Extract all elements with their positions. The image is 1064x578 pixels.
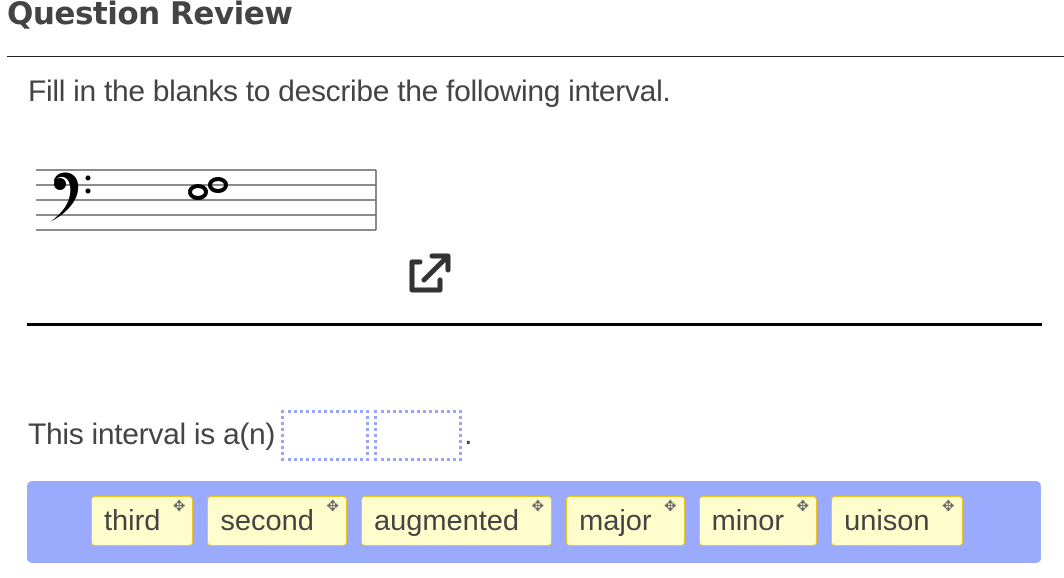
chip-label: third [104, 504, 161, 537]
word-chip-minor[interactable]: minor ✥ [698, 496, 818, 546]
word-chip-second[interactable]: second ✥ [207, 496, 347, 546]
move-arrows-icon: ✥ [941, 498, 955, 515]
word-bank-items: third ✥ second ✥ augmented ✥ major ✥ min… [91, 496, 963, 546]
move-arrows-icon: ✥ [664, 498, 677, 515]
word-chip-third[interactable]: third ✥ [91, 496, 194, 546]
move-arrows-icon: ✥ [796, 498, 810, 515]
move-arrows-icon: ✥ [172, 498, 186, 515]
chip-label: augmented [373, 504, 520, 537]
question-prompt: Fill in the blanks to describe the follo… [28, 75, 671, 108]
external-link-icon[interactable] [404, 250, 452, 294]
move-arrows-icon: ✥ [326, 498, 339, 515]
music-staff [36, 169, 377, 231]
whole-note [188, 184, 208, 200]
drop-zone-blank-1[interactable] [281, 409, 370, 461]
move-arrows-icon: ✥ [531, 498, 545, 515]
sentence-suffix: . [464, 418, 473, 451]
drop-zone-blank-2[interactable] [374, 409, 463, 461]
section-divider [27, 323, 1042, 326]
word-chip-major[interactable]: major ✥ [566, 496, 685, 546]
chip-label: second [220, 504, 314, 537]
answer-sentence: This interval is a(n) . [28, 405, 472, 465]
page-title: Question Review [7, 0, 293, 32]
word-chip-unison[interactable]: unison ✥ [831, 496, 963, 546]
title-divider [7, 56, 1064, 57]
chip-label: major [579, 504, 652, 537]
chip-label: minor [711, 504, 785, 537]
word-chip-augmented[interactable]: augmented ✥ [360, 496, 553, 546]
word-bank: third ✥ second ✥ augmented ✥ major ✥ min… [27, 481, 1041, 563]
chip-label: unison [844, 504, 930, 537]
sentence-prefix: This interval is a(n) [28, 418, 276, 451]
